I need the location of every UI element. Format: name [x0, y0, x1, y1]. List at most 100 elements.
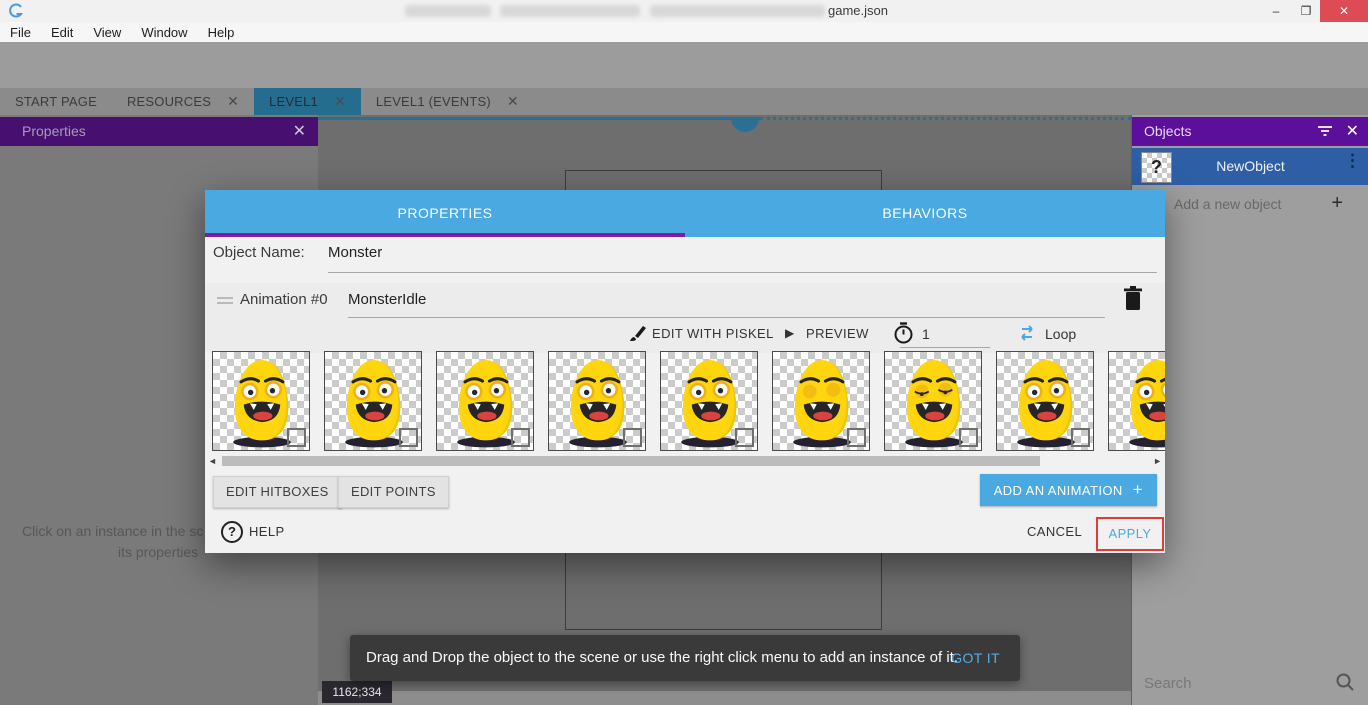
animation-frame[interactable]: [996, 351, 1094, 451]
menu-edit[interactable]: Edit: [41, 25, 83, 40]
add-object-row[interactable]: Add a new object +: [1132, 191, 1368, 219]
object-name-field[interactable]: Monster: [328, 244, 382, 261]
preview-button[interactable]: PREVIEW: [806, 326, 869, 341]
time-between-frames-field[interactable]: 1: [922, 326, 930, 342]
delete-animation-icon[interactable]: [1123, 286, 1143, 312]
hint-tooltip: Drag and Drop the object to the scene or…: [350, 635, 1020, 681]
scene-guide-line: [318, 117, 760, 120]
tab-resources[interactable]: RESOURCES ✕: [112, 88, 254, 115]
object-search-row: [1132, 662, 1368, 704]
minimize-button[interactable]: –: [1262, 0, 1290, 22]
plus-icon[interactable]: +: [1331, 192, 1343, 215]
cancel-button[interactable]: CANCEL: [1027, 524, 1082, 539]
objects-panel-title: Objects: [1132, 123, 1191, 139]
frame-corner-checkbox[interactable]: [623, 428, 642, 447]
help-button[interactable]: HELP: [249, 524, 285, 539]
title-bar: game.json – ❐ ✕: [0, 0, 1368, 22]
brush-icon: [629, 324, 647, 342]
menu-view[interactable]: View: [83, 25, 131, 40]
menu-window[interactable]: Window: [131, 25, 197, 40]
blurred-title-segment: [500, 5, 640, 17]
object-name-label: Object Name:: [213, 244, 305, 261]
animation-name-underline: [348, 317, 1105, 318]
scroll-left-icon[interactable]: ◄: [208, 456, 217, 466]
blurred-title-segment: [405, 5, 491, 17]
frame-corner-checkbox[interactable]: [735, 428, 754, 447]
animation-frame[interactable]: [660, 351, 758, 451]
close-panel-icon[interactable]: ✕: [1346, 117, 1359, 146]
edit-hitboxes-button[interactable]: EDIT HITBOXES: [213, 476, 342, 508]
window-title: game.json: [828, 3, 888, 18]
dialog-tab-properties[interactable]: PROPERTIES: [205, 190, 685, 237]
apply-button-highlighted[interactable]: APPLY: [1096, 517, 1164, 551]
close-tab-icon[interactable]: ✕: [227, 93, 239, 110]
active-tab-indicator: [205, 233, 685, 237]
animation-frame[interactable]: [1108, 351, 1165, 451]
editor-tab-bar: START PAGE RESOURCES ✕ LEVEL1 ✕ LEVEL1 (…: [0, 88, 1368, 115]
properties-hint: Click on an instance in the sc: [22, 523, 203, 539]
dialog-tab-behaviors[interactable]: BEHAVIORS: [685, 190, 1165, 237]
animation-frame[interactable]: [548, 351, 646, 451]
gdevelop-window: game.json – ❐ ✕ File Edit View Window He…: [0, 0, 1368, 705]
frame-corner-checkbox[interactable]: [399, 428, 418, 447]
animation-frames: [205, 351, 1165, 451]
scroll-right-icon[interactable]: ►: [1153, 456, 1162, 466]
filter-icon[interactable]: [1317, 124, 1333, 138]
menu-file[interactable]: File: [0, 25, 41, 40]
tab-start-page[interactable]: START PAGE: [0, 88, 112, 115]
help-icon[interactable]: ?: [221, 521, 243, 543]
object-name-underline: [328, 272, 1157, 273]
animation-frame[interactable]: [772, 351, 870, 451]
search-icon: [1335, 672, 1355, 692]
monster-sprite: [1114, 354, 1165, 450]
animation-name-field[interactable]: MonsterIdle: [348, 291, 426, 308]
search-input[interactable]: [1142, 668, 1326, 698]
frame-corner-checkbox[interactable]: [959, 428, 978, 447]
toolbar: 1:1: [0, 42, 1368, 88]
animation-frame[interactable]: [884, 351, 982, 451]
properties-panel-title: Properties: [0, 123, 86, 139]
restore-button[interactable]: ❐: [1292, 0, 1320, 22]
gdevelop-logo-icon: [8, 3, 24, 19]
properties-hint: its properties: [118, 544, 198, 560]
objects-panel-header: Objects ✕: [1132, 117, 1368, 146]
animation-label: Animation #0: [240, 291, 328, 308]
close-panel-icon[interactable]: ✕: [293, 117, 306, 146]
frame-corner-checkbox[interactable]: [847, 428, 866, 447]
animation-frame[interactable]: [436, 351, 534, 451]
add-animation-button[interactable]: ADD AN ANIMATION+: [980, 474, 1157, 506]
edit-points-button[interactable]: EDIT POINTS: [338, 476, 449, 508]
animation-frame[interactable]: [324, 351, 422, 451]
menu-bar: File Edit View Window Help: [0, 22, 1368, 42]
frame-corner-checkbox[interactable]: [1071, 428, 1090, 447]
frame-corner-checkbox[interactable]: [511, 428, 530, 447]
plus-icon: +: [1133, 480, 1143, 499]
got-it-button[interactable]: GOT IT: [951, 635, 1000, 681]
close-tab-icon[interactable]: ✕: [334, 93, 346, 110]
add-object-label: Add a new object: [1174, 196, 1281, 212]
properties-panel-header: Properties ✕: [0, 117, 318, 146]
drag-handle-icon[interactable]: [217, 297, 233, 307]
animation-frame[interactable]: [212, 351, 310, 451]
tab-level1-events[interactable]: LEVEL1 (EVENTS) ✕: [361, 88, 534, 115]
object-list-item-selected[interactable]: ? NewObject ⋮: [1132, 148, 1368, 185]
close-button[interactable]: ✕: [1320, 0, 1368, 22]
loop-icon[interactable]: [1017, 324, 1037, 342]
frame-corner-checkbox[interactable]: [287, 428, 306, 447]
dialog-tab-bar: PROPERTIES BEHAVIORS: [205, 190, 1165, 237]
menu-help[interactable]: Help: [198, 25, 245, 40]
object-editor-dialog: PROPERTIES BEHAVIORS Object Name: Monste…: [205, 190, 1165, 553]
tooltip-text: Drag and Drop the object to the scene or…: [366, 635, 958, 681]
edit-with-piskel-button[interactable]: EDIT WITH PISKEL: [652, 326, 774, 341]
loop-toggle-label[interactable]: Loop: [1045, 326, 1076, 342]
tab-level1[interactable]: LEVEL1 ✕: [254, 88, 361, 115]
objects-panel: Objects ✕ ? NewObject ⋮ Add a new object…: [1131, 115, 1368, 705]
scene-guide-handle[interactable]: [731, 118, 759, 132]
scene-guide-line-dotted: [760, 117, 1131, 120]
frames-scrollbar-thumb[interactable]: [222, 456, 1040, 466]
object-menu-icon[interactable]: ⋮: [1344, 155, 1361, 167]
play-icon: ▶: [785, 326, 795, 340]
close-tab-icon[interactable]: ✕: [507, 93, 519, 110]
cursor-coordinates-badge: 1162;334: [322, 681, 392, 703]
blurred-title-segment: [650, 5, 825, 17]
